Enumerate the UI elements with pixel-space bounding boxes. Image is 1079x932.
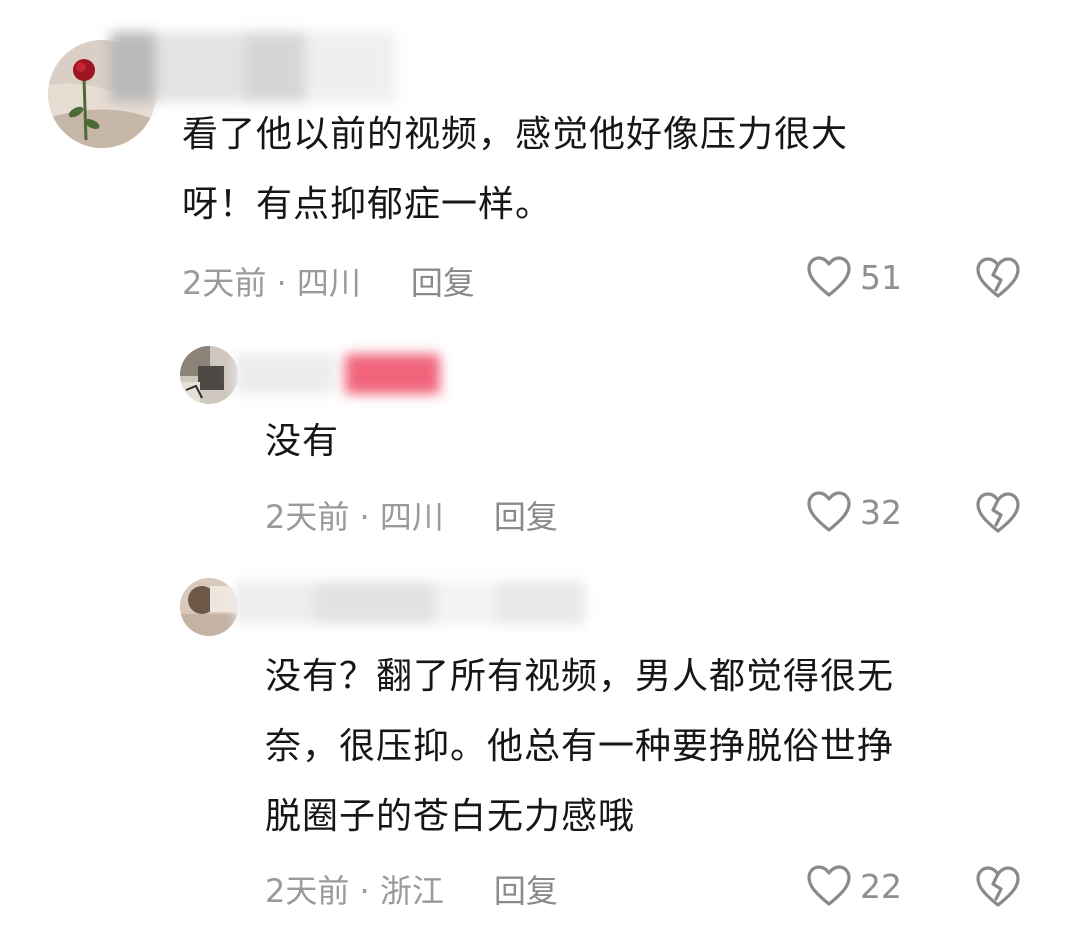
comment-text: 没有？翻了所有视频，男人都觉得很无 奈，很压抑。他总有一种要挣脱俗世挣 脱圈子的… bbox=[265, 642, 894, 852]
comment-text-line: 没有 bbox=[265, 421, 340, 462]
like-button[interactable]: 22 bbox=[806, 864, 902, 908]
comment-meta: 2天前 · 四川 回复 bbox=[182, 258, 475, 304]
username-blurred[interactable] bbox=[235, 354, 455, 394]
broken-heart-icon bbox=[974, 491, 1022, 535]
reply-button[interactable]: 回复 bbox=[494, 872, 558, 910]
like-button[interactable]: 32 bbox=[806, 490, 902, 534]
like-count: 51 bbox=[860, 257, 902, 297]
comment-text: 看了他以前的视频，感觉他好像压力很大 呀！有点抑郁症一样。 bbox=[182, 100, 848, 240]
like-button[interactable]: 51 bbox=[806, 255, 902, 299]
like-count: 32 bbox=[860, 492, 902, 532]
heart-outline-icon bbox=[806, 864, 852, 908]
comment-meta: 2天前 · 四川 回复 bbox=[265, 492, 558, 538]
comment-text-line: 脱圈子的苍白无力感哦 bbox=[265, 796, 636, 837]
avatar[interactable] bbox=[180, 578, 238, 636]
comment-item: 没有？翻了所有视频，男人都觉得很无 奈，很压抑。他总有一种要挣脱俗世挣 脱圈子的… bbox=[0, 560, 1079, 932]
broken-heart-icon bbox=[974, 256, 1022, 300]
username-blurred[interactable] bbox=[235, 582, 615, 624]
comment-item: 看了他以前的视频，感觉他好像压力很大 呀！有点抑郁症一样。 2天前 · 四川 回复… bbox=[0, 0, 1079, 320]
comment-text-line: 奈，很压抑。他总有一种要挣脱俗世挣 bbox=[265, 726, 895, 767]
comment-item: 没有 2天前 · 四川 回复 32 bbox=[0, 320, 1079, 550]
dislike-button[interactable] bbox=[974, 256, 1022, 300]
comment-text-line: 呀！有点抑郁症一样。 bbox=[182, 184, 553, 225]
avatar[interactable] bbox=[180, 346, 238, 404]
comment-time-location: 2天前 · 浙江 bbox=[265, 872, 444, 910]
reply-button[interactable]: 回复 bbox=[411, 264, 475, 302]
heart-outline-icon bbox=[806, 490, 852, 534]
comment-text: 没有 bbox=[265, 407, 339, 477]
broken-heart-icon bbox=[974, 865, 1022, 909]
comment-text-line: 看了他以前的视频，感觉他好像压力很大 bbox=[182, 114, 849, 155]
comment-text-line: 没有？翻了所有视频，男人都觉得很无 bbox=[265, 656, 895, 697]
dislike-button[interactable] bbox=[974, 865, 1022, 909]
reply-button[interactable]: 回复 bbox=[494, 498, 558, 536]
comment-meta: 2天前 · 浙江 回复 bbox=[265, 866, 558, 912]
user-avatar-icon bbox=[180, 578, 238, 636]
comment-time-location: 2天前 · 四川 bbox=[265, 498, 444, 536]
like-count: 22 bbox=[860, 866, 902, 906]
dislike-button[interactable] bbox=[974, 491, 1022, 535]
heart-outline-icon bbox=[806, 255, 852, 299]
comment-time-location: 2天前 · 四川 bbox=[182, 264, 361, 302]
username-blurred[interactable] bbox=[110, 32, 410, 102]
user-avatar-icon bbox=[180, 346, 238, 404]
